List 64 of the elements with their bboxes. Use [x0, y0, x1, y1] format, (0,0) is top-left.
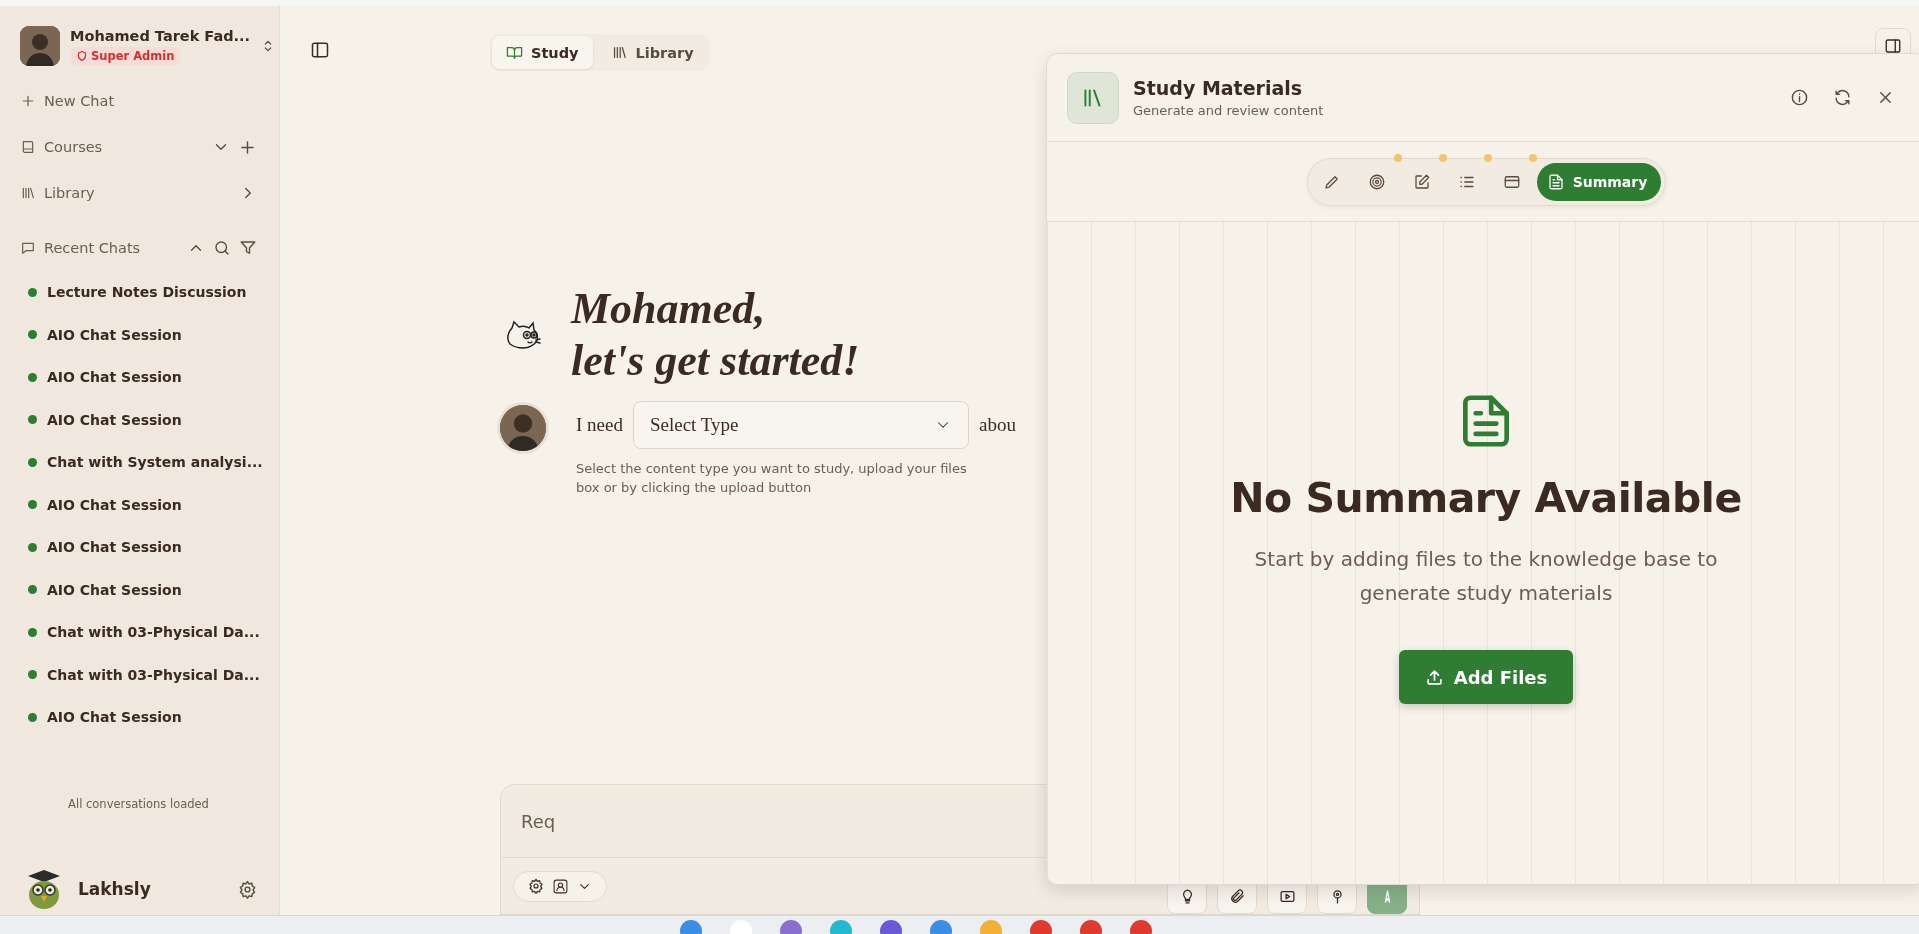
type-select[interactable]: Select Type	[632, 401, 969, 449]
user-icon	[552, 877, 569, 895]
refresh-icon	[1833, 88, 1852, 107]
empty-state-text: Start by adding files to the knowledge base to	[1254, 546, 1718, 573]
chat-item[interactable]: AIO Chat Session	[47, 369, 182, 386]
sidebar-toggle[interactable]	[310, 40, 330, 60]
filter-button[interactable]	[239, 239, 257, 257]
mode-selector[interactable]	[513, 870, 607, 902]
paperclip-icon	[1228, 887, 1246, 905]
add-files-button[interactable]: Add Files	[1398, 650, 1574, 704]
chat-item[interactable]: AIO Chat Session	[47, 326, 182, 343]
nav-link[interactable]: New Chat	[44, 93, 257, 109]
edit-icon	[1413, 172, 1432, 191]
nav-link[interactable]: Courses	[44, 139, 204, 155]
tab[interactable]: Study	[492, 36, 593, 69]
bookshelf-icon	[20, 185, 36, 201]
nav-link[interactable]: Library	[44, 185, 231, 201]
chat-item[interactable]: AIO Chat Session	[47, 411, 182, 428]
sidebar-icon	[1884, 37, 1902, 55]
panel-subtitle: Generate and review content	[1133, 103, 1325, 118]
sidebar-icon	[310, 40, 330, 60]
shield-icon	[76, 49, 88, 62]
greeting-heading: Mohamed,	[571, 283, 767, 335]
filter-icon	[239, 239, 257, 257]
chat-item[interactable]: Chat with 03-Physical Da...	[47, 666, 260, 683]
chat-item[interactable]: Chat with System analysi...	[47, 454, 263, 471]
empty-state-text: generate study materials	[1358, 580, 1614, 607]
chat-item[interactable]: AIO Chat Session	[47, 709, 182, 726]
info-icon	[1790, 88, 1809, 107]
tab[interactable]: Summary	[1536, 162, 1662, 201]
user-avatar	[20, 26, 60, 66]
plus-icon	[20, 93, 36, 109]
panel-title: Study Materials	[1133, 77, 1304, 99]
upload-icon	[1424, 667, 1444, 687]
greeting-heading: let's get started!	[571, 335, 860, 387]
status-text: All conversations loaded	[67, 797, 210, 811]
chat-item[interactable]: AIO Chat Session	[47, 496, 182, 513]
prompt-label: abou	[978, 414, 1016, 436]
settings-icon	[238, 879, 257, 899]
tab[interactable]: Library	[596, 36, 708, 69]
chat-bubble-icon	[20, 240, 36, 256]
settings-icon	[528, 878, 544, 894]
settings-button[interactable]	[238, 879, 257, 899]
prompt-label: I need	[576, 414, 623, 436]
search-icon	[213, 239, 231, 257]
section-title: Recent Chats	[44, 240, 142, 256]
open-book-icon	[506, 44, 523, 61]
role-badge: Super Admin	[70, 46, 181, 65]
info-button[interactable]	[1790, 88, 1809, 107]
empty-state-title: No Summary Available	[1230, 474, 1742, 522]
search-button[interactable]	[213, 239, 231, 257]
help-text: box or by clicking the upload button	[576, 479, 813, 497]
help-text: Select the content type you want to study, upload your files	[576, 460, 968, 478]
document-icon	[1546, 172, 1565, 191]
target-icon	[1368, 172, 1387, 191]
chat-item[interactable]: AIO Chat Session	[47, 581, 182, 598]
refresh-button[interactable]	[1833, 88, 1852, 107]
chat-item[interactable]: AIO Chat Session	[47, 539, 182, 556]
user-name: Mohamed Tarek Fad...	[70, 27, 251, 44]
book-icon	[20, 139, 36, 155]
chat-item[interactable]: Lecture Notes Discussion	[47, 284, 247, 301]
assistant-name: Lakhsly	[78, 879, 152, 899]
chat-item[interactable]: Chat with 03-Physical Da...	[47, 624, 260, 641]
user-avatar	[500, 405, 546, 451]
